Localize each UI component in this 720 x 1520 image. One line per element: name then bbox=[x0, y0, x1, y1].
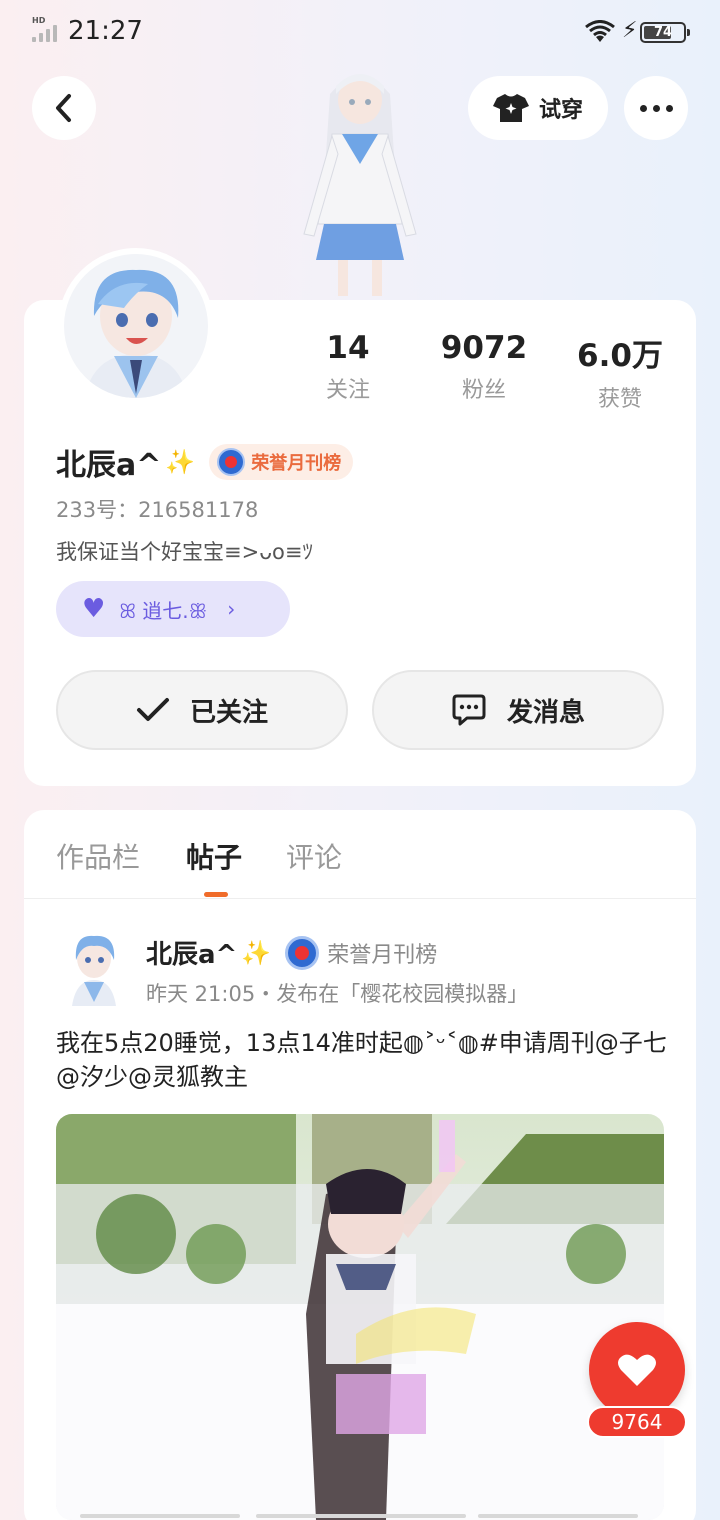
like-button[interactable] bbox=[589, 1322, 685, 1418]
stat-value: 9072 bbox=[440, 330, 528, 366]
honor-badge[interactable]: 荣誉月刊榜 bbox=[209, 444, 354, 480]
like-count: 9764 bbox=[587, 1406, 687, 1438]
honor-label: 荣誉月刊榜 bbox=[251, 453, 342, 474]
battery-level: 74 bbox=[653, 25, 673, 40]
stat-following[interactable]: 14 关注 bbox=[278, 330, 418, 404]
message-button[interactable]: 发消息 bbox=[372, 670, 664, 750]
message-label: 发消息 bbox=[506, 697, 585, 728]
stat-label: 关注 bbox=[325, 378, 370, 403]
tab-works[interactable]: 作品栏 bbox=[56, 836, 140, 876]
back-button[interactable] bbox=[32, 76, 96, 140]
network-type-label: HD bbox=[32, 16, 46, 25]
stat-label: 获赞 bbox=[597, 387, 642, 412]
more-dot bbox=[639, 104, 647, 112]
image-indicator bbox=[80, 1514, 240, 1518]
signal-icon: HD bbox=[32, 16, 62, 42]
status-time: 21:27 bbox=[68, 16, 143, 46]
stat-value: 14 bbox=[326, 330, 370, 366]
follow-label: 已关注 bbox=[189, 697, 268, 728]
cp-name: ꕤ 逍七.ꕥ bbox=[119, 598, 208, 623]
post-avatar-illustration bbox=[62, 926, 126, 1006]
more-dot bbox=[665, 104, 673, 112]
chevron-left-icon bbox=[56, 94, 71, 122]
more-dot bbox=[652, 104, 660, 112]
active-tab-indicator bbox=[204, 892, 228, 897]
post-author-avatar[interactable] bbox=[62, 926, 126, 1006]
post-image[interactable] bbox=[56, 1114, 664, 1520]
user-bio: 我保证当个好宝宝≡>ᴗo≡ﾂ bbox=[56, 540, 313, 564]
post-image-scene bbox=[56, 1114, 664, 1520]
stat-followers[interactable]: 9072 粉丝 bbox=[414, 330, 554, 404]
post-author-name[interactable]: 北辰a^ bbox=[146, 934, 237, 971]
heart-icon bbox=[618, 1354, 656, 1386]
chat-bubble-icon bbox=[452, 694, 486, 726]
image-indicator bbox=[256, 1514, 466, 1518]
sparkle-icon: ✨ bbox=[165, 448, 196, 476]
post-text[interactable]: 我在5点20睡觉，13点14准时起◍˃ᵕ˂◍#申请周刊@子七@汐少@灵狐教主 bbox=[56, 1026, 676, 1094]
more-options-button[interactable] bbox=[624, 76, 688, 140]
post-meta[interactable]: 昨天 21:05・发布在「樱花校园模拟器」 bbox=[146, 978, 528, 1008]
honor-medal-icon bbox=[285, 935, 320, 970]
cp-relation-tag[interactable]: ♥ ꕤ 逍七.ꕥ › bbox=[56, 581, 290, 637]
heart-icon: ♥ bbox=[82, 594, 106, 624]
chevron-right-icon: › bbox=[227, 597, 236, 621]
user-id: 233号：216581178 bbox=[56, 498, 259, 522]
post-honor-label: 荣誉月刊榜 bbox=[327, 942, 438, 968]
try-on-button[interactable]: 试穿 bbox=[468, 76, 608, 140]
try-on-label: 试穿 bbox=[538, 98, 583, 123]
profile-avatar[interactable] bbox=[58, 248, 214, 404]
tab-posts[interactable]: 帖子 bbox=[186, 836, 242, 876]
stat-value: 6.0万 bbox=[577, 338, 663, 374]
wifi-icon bbox=[585, 20, 615, 42]
follow-button[interactable]: 已关注 bbox=[56, 670, 348, 750]
battery-icon: 74 bbox=[640, 22, 690, 43]
stat-label: 粉丝 bbox=[461, 378, 506, 403]
honor-medal-icon bbox=[217, 448, 246, 476]
profile-name-row: 北辰a^ ✨ 荣誉月刊榜 bbox=[56, 440, 354, 484]
profile-name: 北辰a^ bbox=[56, 448, 162, 483]
avatar-3d-figure[interactable] bbox=[280, 64, 440, 300]
tab-divider bbox=[24, 898, 696, 899]
checkmark-icon bbox=[136, 698, 169, 721]
post-author-row: 北辰a^ ✨ 荣誉月刊榜 bbox=[146, 934, 437, 971]
stat-likes[interactable]: 6.0万 获赞 bbox=[550, 330, 690, 413]
status-bar: HD 21:27 ⚡ 74 bbox=[0, 0, 720, 66]
tshirt-icon bbox=[492, 94, 529, 122]
post-honor-badge[interactable]: 荣誉月刊榜 bbox=[285, 935, 438, 970]
sparkle-icon: ✨ bbox=[241, 938, 272, 967]
tab-comments[interactable]: 评论 bbox=[286, 836, 342, 876]
image-indicator bbox=[478, 1514, 638, 1518]
charging-icon: ⚡ bbox=[622, 18, 638, 43]
avatar-illustration bbox=[64, 254, 208, 398]
